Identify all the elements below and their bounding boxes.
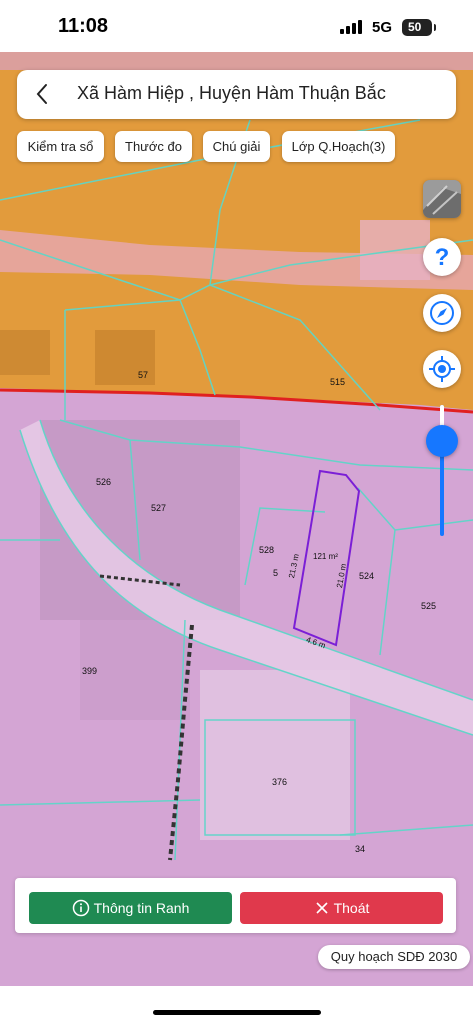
info-button-label: Thông tin Ranh	[93, 900, 190, 916]
parcel-label: 57	[138, 370, 149, 380]
parcel-label: 524	[359, 571, 375, 581]
parcel-label: 376	[272, 777, 288, 787]
info-button[interactable]: Thông tin Ranh	[29, 892, 232, 924]
plan-badge[interactable]: Quy hoạch SDĐ 2030	[318, 945, 470, 969]
locate-button[interactable]	[423, 350, 461, 388]
parcel-label: 399	[82, 666, 98, 676]
parcel-label: 527	[151, 503, 167, 513]
exit-button-label: Thoát	[333, 900, 370, 916]
question-icon: ?	[435, 244, 450, 271]
map-canvas[interactable]	[0, 52, 473, 986]
compass-icon	[430, 301, 454, 325]
status-bar: 11:08 5G 50	[0, 0, 473, 52]
measure-chip[interactable]: Thước đo	[115, 131, 192, 162]
home-indicator[interactable]	[153, 1010, 321, 1015]
parcel-label: 34	[355, 844, 366, 854]
legend-chip[interactable]: Chú giải	[203, 131, 270, 162]
compass-button[interactable]	[423, 294, 461, 332]
info-icon	[72, 900, 89, 917]
chevron-left-icon[interactable]	[29, 80, 55, 108]
status-time: 11:08	[58, 15, 109, 37]
home-indicator-area	[0, 986, 473, 1024]
parcel-label: 528	[259, 545, 275, 555]
parcel-area-label: 121 m²	[313, 552, 338, 561]
close-icon	[316, 902, 328, 914]
my-location-icon	[429, 356, 455, 382]
map-view[interactable]: 57 515 526 527 528 5 524 525 399 376 34 …	[0, 52, 473, 986]
signal-icon	[340, 20, 362, 34]
location-header: Xã Hàm Hiệp , Huyện Hàm Thuận Bắc	[17, 70, 456, 119]
exit-button[interactable]: Thoát	[240, 892, 443, 924]
parcel-label: 525	[421, 601, 437, 611]
planning-layer-chip[interactable]: Lớp Q.Hoạch(3)	[282, 131, 395, 162]
network-type: 5G	[372, 19, 393, 36]
help-button[interactable]: ?	[423, 238, 461, 276]
svg-text:?: ?	[435, 244, 450, 271]
action-panel: Thông tin Ranh Thoát	[15, 878, 456, 933]
opacity-slider-handle[interactable]	[426, 425, 458, 457]
map-layer-icon[interactable]	[423, 180, 461, 218]
parcel-label: 515	[330, 377, 346, 387]
location-title: Xã Hàm Hiệp , Huyện Hàm Thuận Bắc	[77, 83, 386, 103]
check-certificate-chip[interactable]: Kiểm tra sổ	[17, 131, 104, 162]
battery-icon: 50	[402, 19, 436, 36]
parcel-label: 5	[273, 568, 279, 578]
parcel-label: 526	[96, 477, 112, 487]
